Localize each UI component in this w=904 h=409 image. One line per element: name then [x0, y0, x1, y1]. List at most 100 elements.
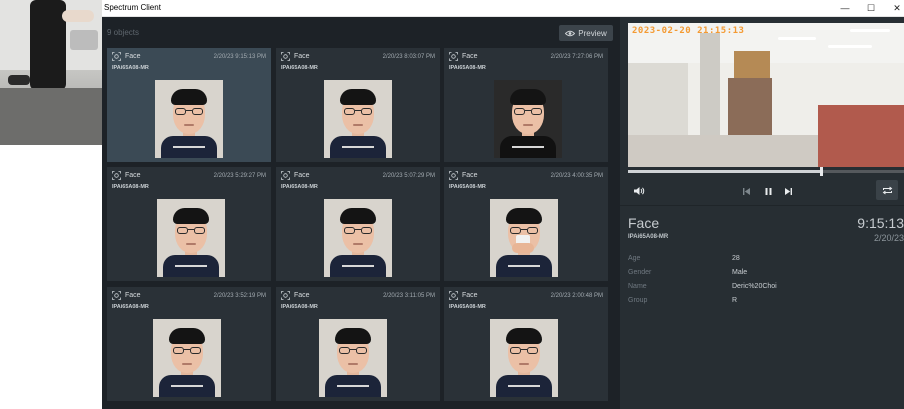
detail-panel: 2023-02-20 21:15:13 Face 9:15:13 IPAi65A…: [620, 17, 904, 409]
background-arm: [62, 10, 94, 22]
card-type: Face: [462, 292, 478, 299]
thumbnail-shirt-stripe: [512, 146, 544, 148]
screen: Spectrum Client — ☐ ✕ 9 objects Preview …: [0, 0, 904, 409]
detail-camera: IPAi65A08-MR: [628, 234, 669, 240]
scene-box: [734, 51, 770, 79]
video-player[interactable]: 2023-02-20 21:15:13: [628, 23, 904, 167]
thumbnail-mouth: [353, 243, 363, 245]
scene-partition: [818, 105, 904, 167]
thumbnail-shirt-stripe: [342, 146, 374, 148]
thumbnail-glasses: [514, 108, 542, 115]
face-thumbnail: [157, 199, 225, 277]
background-person: [30, 0, 66, 90]
volume-button[interactable]: [630, 181, 648, 201]
card-camera: IPAi65A08-MR: [449, 304, 486, 310]
face-detect-icon: [449, 52, 458, 61]
attr-value-group: R: [732, 297, 738, 304]
thumbnail-mouth: [182, 363, 192, 365]
skip-back-icon: [742, 187, 750, 195]
thumbnail-shirt-stripe: [337, 385, 369, 387]
result-card[interactable]: Face 2/20/23 4:00:35 PM IPAi65A08-MR: [444, 167, 608, 281]
thumbnail-mouth: [348, 363, 358, 365]
card-time: 2/20/23 9:15:13 PM: [213, 54, 266, 60]
repeat-icon: [882, 186, 892, 194]
face-thumbnail: [490, 319, 558, 397]
background-object: [8, 75, 30, 85]
thumbnail-mouth: [184, 124, 194, 126]
skip-forward-button[interactable]: [780, 181, 796, 201]
close-button[interactable]: ✕: [884, 0, 904, 17]
thumbnail-glasses: [344, 227, 372, 234]
thumbnail-hair: [340, 89, 376, 105]
thumbnail-glasses: [510, 347, 538, 354]
scene-lamp: [850, 29, 890, 32]
face-detect-icon: [449, 171, 458, 180]
panel-divider: [620, 205, 904, 206]
face-detect-icon: [281, 52, 290, 61]
result-card[interactable]: Face 2/20/23 5:07:29 PM IPAi65A08-MR: [276, 167, 440, 281]
preview-button[interactable]: Preview: [559, 25, 613, 41]
thumbnail-mouth: [519, 363, 529, 365]
card-time: 2/20/23 3:11:05 PM: [383, 293, 435, 299]
face-thumbnail: [324, 199, 392, 277]
thumbnail-hair: [340, 208, 376, 224]
card-type: Face: [125, 292, 141, 299]
thumbnail-glasses: [173, 347, 201, 354]
face-detect-icon: [449, 291, 458, 300]
maximize-button[interactable]: ☐: [858, 0, 884, 17]
pause-icon: [765, 187, 771, 195]
result-card[interactable]: Face 2/20/23 5:29:27 PM IPAi65A08-MR: [107, 167, 271, 281]
attr-label-group: Group: [628, 297, 648, 304]
skip-back-button[interactable]: [738, 181, 754, 201]
object-count: 9 objects: [107, 28, 140, 37]
results-panel: 9 objects Preview Face 2/20/23 9:15:13 PM…: [102, 17, 620, 409]
card-time: 2/20/23 2:00:48 PM: [550, 293, 603, 299]
repeat-button[interactable]: [876, 180, 898, 200]
pause-button[interactable]: [760, 181, 776, 201]
thumbnail-shirt-stripe: [508, 265, 540, 267]
card-camera: IPAi65A08-MR: [112, 65, 149, 71]
app-window: Spectrum Client — ☐ ✕ 9 objects Preview …: [102, 0, 904, 409]
card-time: 2/20/23 3:52:19 PM: [213, 293, 266, 299]
result-card[interactable]: Face 2/20/23 3:11:05 PM IPAi65A08-MR: [276, 287, 440, 401]
card-time: 2/20/23 7:27:06 PM: [550, 54, 603, 60]
attr-label-name: Name: [628, 283, 647, 290]
seek-bar[interactable]: [628, 167, 904, 176]
card-type: Face: [462, 53, 478, 60]
card-type: Face: [125, 172, 141, 179]
face-thumbnail: [319, 319, 387, 397]
result-card[interactable]: Face 2/20/23 9:15:13 PM IPAi65A08-MR: [107, 48, 271, 162]
detail-time: 9:15:13: [857, 215, 904, 231]
thumbnail-shirt-stripe: [175, 265, 207, 267]
card-camera: IPAi65A08-MR: [449, 65, 486, 71]
eye-icon: [565, 30, 576, 36]
card-type: Face: [294, 53, 310, 60]
detail-type: Face: [628, 215, 660, 231]
minimize-button[interactable]: —: [832, 0, 858, 17]
card-time: 2/20/23 4:00:35 PM: [550, 173, 603, 179]
result-card[interactable]: Face 2/20/23 8:03:07 PM IPAi65A08-MR: [276, 48, 440, 162]
seek-handle[interactable]: [820, 167, 823, 176]
thumbnail-glasses: [510, 227, 538, 234]
attr-value-name: Deric%20Choi: [732, 283, 777, 290]
result-card[interactable]: Face 2/20/23 3:52:19 PM IPAi65A08-MR: [107, 287, 271, 401]
result-card[interactable]: Face 2/20/23 2:00:48 PM IPAi65A08-MR: [444, 287, 608, 401]
video-timestamp: 2023-02-20 21:15:13: [632, 26, 745, 36]
attr-label-age: Age: [628, 255, 641, 262]
card-camera: IPAi65A08-MR: [112, 304, 149, 310]
detail-date: 2/20/23: [873, 233, 904, 243]
card-type: Face: [294, 172, 310, 179]
face-thumbnail: [155, 80, 223, 158]
thumbnail-mouth: [353, 124, 363, 126]
face-thumbnail: [490, 199, 558, 277]
thumbnail-shirt-stripe: [342, 265, 374, 267]
attr-value-age: 28: [732, 255, 740, 262]
thumbnail-hand: [512, 243, 534, 253]
face-thumbnail: [153, 319, 221, 397]
window-title: Spectrum Client: [104, 3, 161, 12]
thumbnail-hair: [169, 328, 205, 344]
thumbnail-glasses: [175, 108, 203, 115]
card-type: Face: [125, 53, 141, 60]
face-detect-icon: [112, 291, 121, 300]
result-card[interactable]: Face 2/20/23 7:27:06 PM IPAi65A08-MR: [444, 48, 608, 162]
